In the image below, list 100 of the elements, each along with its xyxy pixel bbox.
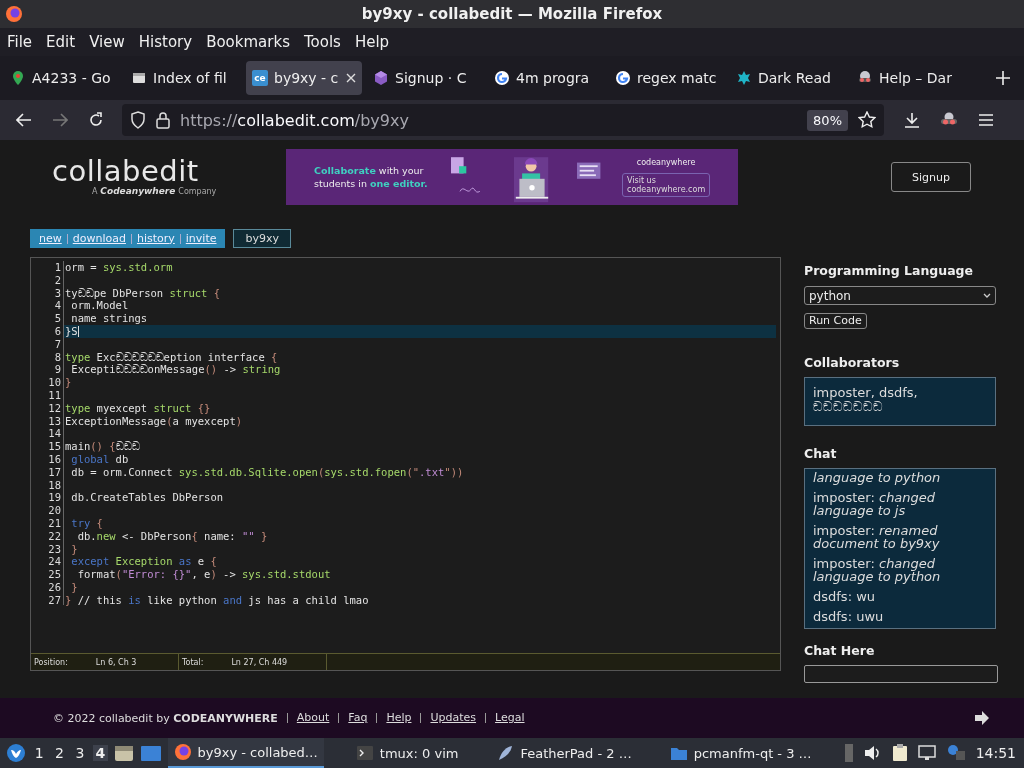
line-number: 24: [47, 555, 61, 569]
ad-banner[interactable]: Collaborate with your students in one editor. codeanywhere Visit us codeanywhere.com: [286, 149, 738, 205]
line-number: 20: [47, 504, 61, 517]
zoom-level-button[interactable]: 80%: [807, 109, 848, 131]
forward-icon[interactable]: [52, 113, 68, 127]
footer-link[interactable]: Help: [376, 713, 421, 723]
line-number: 2: [53, 273, 61, 287]
menu-item[interactable]: Bookmarks: [202, 33, 294, 51]
download-icon[interactable]: [904, 112, 920, 128]
url-text: https://collabedit.com/by9xy: [180, 110, 410, 130]
browser-tab[interactable]: A4233 - Go: [4, 61, 120, 95]
site-logo[interactable]: collabedit: [52, 156, 199, 186]
chat-input-field[interactable]: [804, 665, 998, 683]
site-icon: ce: [252, 70, 268, 86]
google-icon: [494, 70, 510, 86]
menu-item[interactable]: View: [85, 33, 129, 51]
chat-message: imposter: renamed document to by9xy: [813, 524, 941, 550]
browser-tab[interactable]: 4m progra: [488, 61, 604, 95]
line-number: 21: [47, 516, 61, 530]
code-line: try {: [70, 516, 103, 530]
google-icon: [615, 70, 631, 86]
chat-message: imposter: changed language to python: [813, 557, 942, 583]
code-line: ExceptiඞඞඞඞonMessage() -> string: [70, 363, 281, 377]
cube-icon: [373, 70, 389, 86]
signup-button[interactable]: Signup: [891, 162, 971, 192]
window-title: by9xy - collabedit — Mozilla Firefox: [361, 5, 663, 23]
footer-link[interactable]: Legal: [485, 713, 534, 723]
chevron-down-icon: [983, 292, 991, 299]
code-line: orm.Model: [70, 299, 129, 313]
menu-item[interactable]: History: [134, 33, 197, 51]
code-line: type myexcept struct {}: [65, 401, 211, 415]
browser-tab[interactable]: Index of fil: [125, 61, 241, 95]
arrow-right-icon[interactable]: [974, 711, 990, 725]
line-number: 22: [47, 529, 61, 543]
document-name[interactable]: by9xy: [233, 229, 291, 248]
taskbar-task[interactable]: tmux: 0 vim: [349, 738, 465, 768]
chat-message: imposter: changed language to js: [813, 491, 937, 517]
line-number: 18: [47, 478, 61, 492]
line-number: 17: [47, 465, 61, 479]
line-number: 7: [53, 337, 61, 351]
chat-message: dsdfs: uwu: [813, 610, 885, 623]
taskbar-task[interactable]: pcmanfm-qt - 3 …: [663, 738, 818, 768]
line-number: 15: [47, 440, 61, 453]
workspace-button[interactable]: 2: [52, 745, 67, 761]
page-link[interactable]: download: [66, 233, 131, 244]
line-number: 3: [53, 286, 61, 300]
status-label: Total:: [182, 657, 204, 667]
workspace-button[interactable]: 3: [72, 745, 88, 761]
workspace-button[interactable]: 4: [93, 745, 108, 761]
desktop-icon[interactable]: [139, 744, 162, 762]
menu-item[interactable]: Tools: [299, 33, 345, 51]
browser-tab[interactable]: Dark Read: [730, 61, 846, 95]
page-link[interactable]: invite: [179, 233, 222, 244]
chat-message: language to python: [813, 471, 942, 484]
page-link[interactable]: new: [34, 233, 67, 244]
footer-link[interactable]: Faq: [338, 713, 377, 723]
browser-tab[interactable]: Signup · C: [367, 61, 483, 95]
line-number: 12: [47, 401, 61, 415]
browser-tab[interactable]: regex matc: [609, 61, 725, 95]
footer-link[interactable]: Updates: [420, 713, 486, 723]
network-icon: [917, 745, 936, 761]
taskbar-task[interactable]: FeatherPad - 2 …: [490, 738, 638, 768]
footer-link[interactable]: About: [286, 713, 339, 723]
status-label: Position:: [34, 657, 68, 667]
new-tab-icon[interactable]: [996, 71, 1010, 85]
ad-brand: codeanywhere: [636, 157, 696, 167]
bookmark-star-icon[interactable]: [858, 111, 876, 129]
line-number: 27: [47, 593, 61, 607]
line-number: 23: [47, 542, 61, 556]
line-number: 10: [47, 376, 61, 389]
notification-icon: [945, 744, 966, 762]
code-editor[interactable]: [30, 257, 781, 671]
firefox-icon: [173, 743, 192, 761]
code-line: global db: [70, 452, 129, 466]
menu-item[interactable]: File: [3, 33, 37, 51]
browser-tab[interactable]: Help – Dar: [851, 61, 967, 95]
map-pin-icon: [10, 70, 26, 86]
line-number: 6: [53, 325, 61, 338]
reload-icon[interactable]: [88, 112, 104, 128]
section-heading: Chat Here: [804, 643, 876, 659]
workspace-button[interactable]: 1: [32, 745, 47, 761]
browser-tab[interactable]: ce by9xy - c: [246, 61, 362, 95]
line-number: 16: [47, 452, 61, 466]
language-select[interactable]: python: [804, 286, 996, 305]
section-heading: Collaborators: [804, 355, 901, 371]
lock-icon: [156, 111, 170, 129]
menu-item[interactable]: Edit: [42, 33, 80, 51]
back-icon[interactable]: [16, 113, 32, 127]
address-bar[interactable]: https://collabedit.com/by9xy 80%: [122, 104, 884, 136]
file-manager-icon[interactable]: [113, 744, 134, 762]
line-number: 25: [47, 568, 61, 581]
start-menu-icon[interactable]: [6, 743, 26, 763]
run-code-button[interactable]: Run Code: [804, 313, 867, 329]
taskbar-task[interactable]: by9xy - collabed…: [167, 738, 324, 768]
section-heading: Programming Language: [804, 263, 974, 279]
menu-icon[interactable]: [978, 113, 994, 127]
close-icon[interactable]: [346, 73, 356, 83]
page-link[interactable]: history: [130, 233, 180, 244]
menu-item[interactable]: Help: [350, 33, 394, 51]
code-line: except Exception as e {: [70, 555, 217, 569]
